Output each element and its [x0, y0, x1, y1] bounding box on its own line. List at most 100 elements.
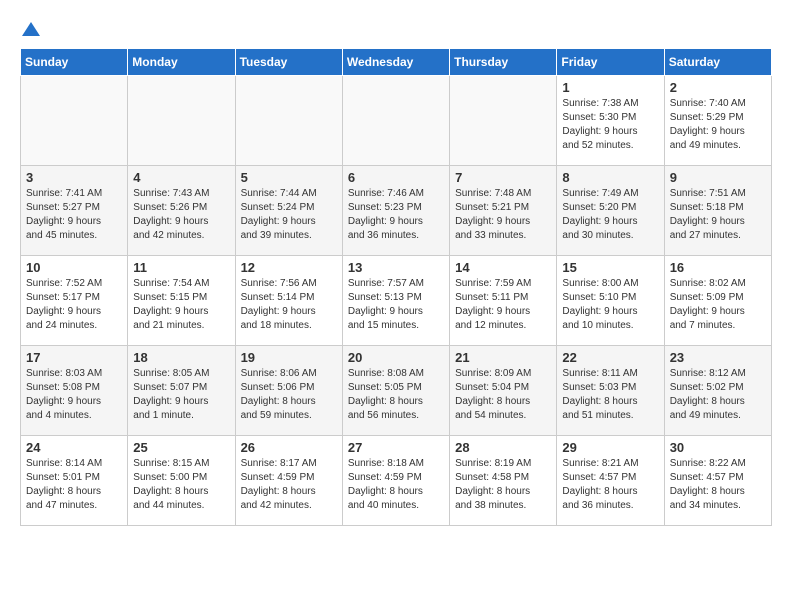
cell-info: Sunrise: 8:14 AMSunset: 5:01 PMDaylight:… [26, 457, 122, 513]
cell-info: Sunrise: 8:19 AMSunset: 4:58 PMDaylight:… [455, 457, 551, 513]
day-number: 10 [26, 260, 122, 275]
day-number: 3 [26, 170, 122, 185]
cell-info: Sunrise: 8:21 AMSunset: 4:57 PMDaylight:… [562, 457, 658, 513]
day-number: 20 [348, 350, 444, 365]
cell-info: Sunrise: 8:22 AMSunset: 4:57 PMDaylight:… [670, 457, 766, 513]
calendar-cell: 26 Sunrise: 8:17 AMSunset: 4:59 PMDayligh… [235, 436, 342, 526]
calendar-cell [450, 76, 557, 166]
calendar-cell: 21 Sunrise: 8:09 AMSunset: 5:04 PMDayligh… [450, 346, 557, 436]
calendar-cell: 3 Sunrise: 7:41 AMSunset: 5:27 PMDaylight… [21, 166, 128, 256]
day-number: 24 [26, 440, 122, 455]
calendar-cell [235, 76, 342, 166]
col-header-thursday: Thursday [450, 49, 557, 76]
calendar-cell: 22 Sunrise: 8:11 AMSunset: 5:03 PMDayligh… [557, 346, 664, 436]
day-number: 26 [241, 440, 337, 455]
cell-info: Sunrise: 8:02 AMSunset: 5:09 PMDaylight:… [670, 277, 766, 333]
calendar-cell: 25 Sunrise: 8:15 AMSunset: 5:00 PMDayligh… [128, 436, 235, 526]
calendar-cell: 2 Sunrise: 7:40 AMSunset: 5:29 PMDaylight… [664, 76, 771, 166]
cell-info: Sunrise: 7:43 AMSunset: 5:26 PMDaylight:… [133, 187, 229, 243]
calendar-cell: 18 Sunrise: 8:05 AMSunset: 5:07 PMDayligh… [128, 346, 235, 436]
cell-info: Sunrise: 7:52 AMSunset: 5:17 PMDaylight:… [26, 277, 122, 333]
header [20, 20, 772, 38]
day-number: 21 [455, 350, 551, 365]
calendar-week-3: 10 Sunrise: 7:52 AMSunset: 5:17 PMDayligh… [21, 256, 772, 346]
col-header-monday: Monday [128, 49, 235, 76]
cell-info: Sunrise: 7:40 AMSunset: 5:29 PMDaylight:… [670, 97, 766, 153]
calendar-cell: 8 Sunrise: 7:49 AMSunset: 5:20 PMDaylight… [557, 166, 664, 256]
day-number: 27 [348, 440, 444, 455]
day-number: 29 [562, 440, 658, 455]
day-number: 23 [670, 350, 766, 365]
calendar-cell: 28 Sunrise: 8:19 AMSunset: 4:58 PMDayligh… [450, 436, 557, 526]
calendar-cell: 15Sunrise: 8:00 AMSunset: 5:10 PMDayligh… [557, 256, 664, 346]
cell-info: Sunrise: 7:38 AMSunset: 5:30 PMDaylight:… [562, 97, 658, 153]
col-header-wednesday: Wednesday [342, 49, 449, 76]
day-number: 5 [241, 170, 337, 185]
cell-info: Sunrise: 7:56 AMSunset: 5:14 PMDaylight:… [241, 277, 337, 333]
cell-info: Sunrise: 8:06 AMSunset: 5:06 PMDaylight:… [241, 367, 337, 423]
day-number: 8 [562, 170, 658, 185]
day-number: 4 [133, 170, 229, 185]
cell-info: Sunrise: 7:49 AMSunset: 5:20 PMDaylight:… [562, 187, 658, 243]
calendar-week-2: 3 Sunrise: 7:41 AMSunset: 5:27 PMDaylight… [21, 166, 772, 256]
cell-info: Sunrise: 8:09 AMSunset: 5:04 PMDaylight:… [455, 367, 551, 423]
calendar-cell: 5 Sunrise: 7:44 AMSunset: 5:24 PMDaylight… [235, 166, 342, 256]
day-number: 2 [670, 80, 766, 95]
cell-info: Sunrise: 7:46 AMSunset: 5:23 PMDaylight:… [348, 187, 444, 243]
calendar-cell: 16 Sunrise: 8:02 AMSunset: 5:09 PMDayligh… [664, 256, 771, 346]
cell-info: Sunrise: 7:54 AMSunset: 5:15 PMDaylight:… [133, 277, 229, 333]
calendar-cell: 10 Sunrise: 7:52 AMSunset: 5:17 PMDayligh… [21, 256, 128, 346]
day-number: 11 [133, 260, 229, 275]
calendar-week-1: 1Sunrise: 7:38 AMSunset: 5:30 PMDaylight… [21, 76, 772, 166]
col-header-saturday: Saturday [664, 49, 771, 76]
day-number: 16 [670, 260, 766, 275]
calendar-week-5: 24 Sunrise: 8:14 AMSunset: 5:01 PMDayligh… [21, 436, 772, 526]
cell-info: Sunrise: 8:12 AMSunset: 5:02 PMDaylight:… [670, 367, 766, 423]
calendar-cell: 20Sunrise: 8:08 AMSunset: 5:05 PMDayligh… [342, 346, 449, 436]
cell-info: Sunrise: 7:44 AMSunset: 5:24 PMDaylight:… [241, 187, 337, 243]
calendar-cell: 29 Sunrise: 8:21 AMSunset: 4:57 PMDayligh… [557, 436, 664, 526]
col-header-friday: Friday [557, 49, 664, 76]
day-number: 18 [133, 350, 229, 365]
day-number: 7 [455, 170, 551, 185]
cell-info: Sunrise: 8:17 AMSunset: 4:59 PMDaylight:… [241, 457, 337, 513]
calendar-table: SundayMondayTuesdayWednesdayThursdayFrid… [20, 48, 772, 526]
cell-info: Sunrise: 8:03 AMSunset: 5:08 PMDaylight:… [26, 367, 122, 423]
day-number: 19 [241, 350, 337, 365]
day-number: 14 [455, 260, 551, 275]
cell-info: Sunrise: 8:18 AMSunset: 4:59 PMDaylight:… [348, 457, 444, 513]
calendar-cell: 19 Sunrise: 8:06 AMSunset: 5:06 PMDayligh… [235, 346, 342, 436]
calendar-cell: 14Sunrise: 7:59 AMSunset: 5:11 PMDayligh… [450, 256, 557, 346]
calendar-cell [128, 76, 235, 166]
cell-info: Sunrise: 8:11 AMSunset: 5:03 PMDaylight:… [562, 367, 658, 423]
calendar-week-4: 17 Sunrise: 8:03 AMSunset: 5:08 PMDayligh… [21, 346, 772, 436]
calendar-cell: 17 Sunrise: 8:03 AMSunset: 5:08 PMDayligh… [21, 346, 128, 436]
day-number: 22 [562, 350, 658, 365]
cell-info: Sunrise: 7:57 AMSunset: 5:13 PMDaylight:… [348, 277, 444, 333]
calendar-cell: 13Sunrise: 7:57 AMSunset: 5:13 PMDayligh… [342, 256, 449, 346]
cell-info: Sunrise: 7:48 AMSunset: 5:21 PMDaylight:… [455, 187, 551, 243]
calendar-cell: 7 Sunrise: 7:48 AMSunset: 5:21 PMDaylight… [450, 166, 557, 256]
cell-info: Sunrise: 7:51 AMSunset: 5:18 PMDaylight:… [670, 187, 766, 243]
day-number: 28 [455, 440, 551, 455]
calendar-cell: 12 Sunrise: 7:56 AMSunset: 5:14 PMDayligh… [235, 256, 342, 346]
calendar-cell: 24 Sunrise: 8:14 AMSunset: 5:01 PMDayligh… [21, 436, 128, 526]
calendar-cell [21, 76, 128, 166]
col-header-tuesday: Tuesday [235, 49, 342, 76]
cell-info: Sunrise: 8:05 AMSunset: 5:07 PMDaylight:… [133, 367, 229, 423]
cell-info: Sunrise: 7:41 AMSunset: 5:27 PMDaylight:… [26, 187, 122, 243]
day-number: 6 [348, 170, 444, 185]
calendar-cell: 1Sunrise: 7:38 AMSunset: 5:30 PMDaylight… [557, 76, 664, 166]
calendar-cell: 6 Sunrise: 7:46 AMSunset: 5:23 PMDaylight… [342, 166, 449, 256]
calendar-cell: 9Sunrise: 7:51 AMSunset: 5:18 PMDaylight… [664, 166, 771, 256]
day-number: 17 [26, 350, 122, 365]
col-header-sunday: Sunday [21, 49, 128, 76]
day-number: 12 [241, 260, 337, 275]
calendar-cell: 27 Sunrise: 8:18 AMSunset: 4:59 PMDayligh… [342, 436, 449, 526]
day-number: 15 [562, 260, 658, 275]
logo [20, 20, 40, 38]
cell-info: Sunrise: 8:15 AMSunset: 5:00 PMDaylight:… [133, 457, 229, 513]
calendar-cell: 30 Sunrise: 8:22 AMSunset: 4:57 PMDayligh… [664, 436, 771, 526]
day-number: 30 [670, 440, 766, 455]
day-number: 25 [133, 440, 229, 455]
